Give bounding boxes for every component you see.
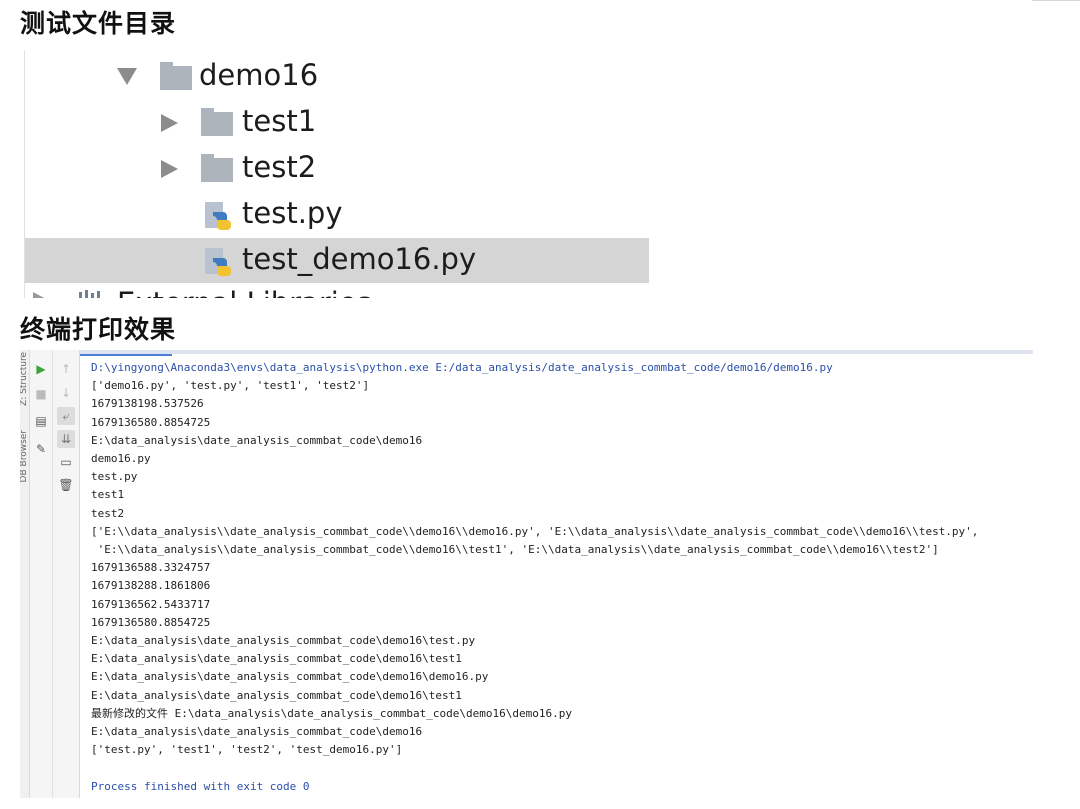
console-line: 1679138198.537526 [91, 397, 204, 411]
collapse-arrow-icon[interactable] [161, 114, 178, 132]
tree-item-test-py[interactable]: test.py [25, 192, 649, 237]
console-line: E:\data_analysis\date_analysis_commbat_c… [91, 652, 462, 666]
tree-item-test2[interactable]: test2 [25, 146, 649, 191]
active-tab-indicator [80, 354, 172, 356]
console-output: D:\yingyong\Anaconda3\envs\data_analysis… [91, 359, 1031, 796]
side-tool-strip: Z: Structure DB Browser [20, 350, 30, 798]
tree-item-label: test2 [242, 150, 317, 184]
up-arrow-icon[interactable]: ↑ [57, 360, 75, 378]
run-toolbar: ▶ ■ ▤ ✎ [30, 350, 53, 798]
side-tab-db-browser[interactable]: DB Browser [20, 430, 29, 482]
console-line: ['E:\\data_analysis\\date_analysis_commb… [91, 524, 979, 538]
tree-item-test1[interactable]: test1 [25, 100, 649, 145]
console-line: demo16.py [91, 452, 151, 466]
console-line: test.py [91, 470, 138, 484]
console-line: E:\data_analysis\date_analysis_commbat_c… [91, 670, 489, 684]
console-line: 1679136588.3324757 [91, 561, 211, 575]
tree-item-test-demo16-py[interactable]: test_demo16.py [25, 238, 649, 283]
console-line: E:\data_analysis\date_analysis_commbat_c… [91, 634, 476, 648]
console-line: 1679136562.5433717 [91, 597, 211, 611]
folder-icon [160, 62, 192, 90]
console-line: 1679136580.8854725 [91, 615, 211, 629]
down-arrow-icon[interactable]: ↓ [57, 384, 75, 402]
pin-icon[interactable]: ✎ [32, 440, 50, 458]
console-line: 1679136580.8854725 [91, 415, 211, 429]
tree-item-label: test.py [242, 196, 343, 230]
console-line: 最新修改的文件 E:\data_analysis\date_analysis_c… [91, 706, 572, 720]
rerun-icon[interactable]: ▶ [32, 360, 50, 378]
stop-icon[interactable]: ■ [32, 385, 50, 403]
python-file-icon [205, 202, 231, 230]
console-line: ['test.py', 'test1', 'test2', 'test_demo… [91, 743, 403, 757]
console-line: test2 [91, 506, 125, 520]
expand-arrow-icon[interactable] [117, 68, 137, 85]
folder-icon [201, 154, 233, 182]
console-top-bar [80, 350, 1033, 354]
console-line: 'E:\\data_analysis\\date_analysis_commba… [91, 543, 939, 557]
folder-icon [201, 108, 233, 136]
console-line: Process finished with exit code 0 [91, 779, 310, 793]
tree-item-label: demo16 [199, 58, 319, 92]
collapse-arrow-icon[interactable] [161, 160, 178, 178]
section-heading-directory: 测试文件目录 [20, 9, 177, 38]
console-line: test1 [91, 488, 125, 502]
scroll-to-end-icon[interactable]: ⇊ [57, 430, 75, 448]
console-line: 1679138288.1861806 [91, 579, 211, 593]
tree-item-label: External Libraries [117, 286, 372, 298]
console-line: D:\yingyong\Anaconda3\envs\data_analysis… [91, 361, 833, 374]
side-tab-structure[interactable]: Z: Structure [20, 352, 29, 406]
collapse-arrow-icon[interactable] [33, 292, 50, 298]
page-edge-line [1032, 0, 1080, 1]
section-heading-console: 终端打印效果 [20, 315, 177, 344]
console-line: E:\data_analysis\date_analysis_commbat_c… [91, 433, 423, 447]
tree-item-external-libraries[interactable]: External Libraries [25, 286, 649, 298]
layout-icon[interactable]: ▤ [32, 412, 50, 430]
library-icon [79, 290, 100, 298]
python-file-icon [205, 248, 231, 276]
trash-icon[interactable]: 🗑 [57, 476, 75, 494]
print-icon[interactable]: ▭ [57, 453, 75, 471]
console-line: ['demo16.py', 'test.py', 'test1', 'test2… [91, 379, 370, 393]
tree-item-demo16[interactable]: demo16 [25, 54, 649, 99]
console-line: E:\data_analysis\date_analysis_commbat_c… [91, 688, 462, 702]
tree-item-label: test_demo16.py [242, 242, 477, 276]
soft-wrap-icon[interactable]: ⤶ [57, 407, 75, 425]
project-tree[interactable]: demo16 test1 test2 test.py test_demo16.p… [24, 50, 649, 298]
run-console[interactable]: Z: Structure DB Browser ▶ ■ ▤ ✎ ↑ ↓ ⤶ ⇊ … [20, 350, 1033, 798]
output-toolbar: ↑ ↓ ⤶ ⇊ ▭ 🗑 [53, 350, 80, 798]
console-line: E:\data_analysis\date_analysis_commbat_c… [91, 725, 423, 739]
tree-item-label: test1 [242, 104, 317, 138]
